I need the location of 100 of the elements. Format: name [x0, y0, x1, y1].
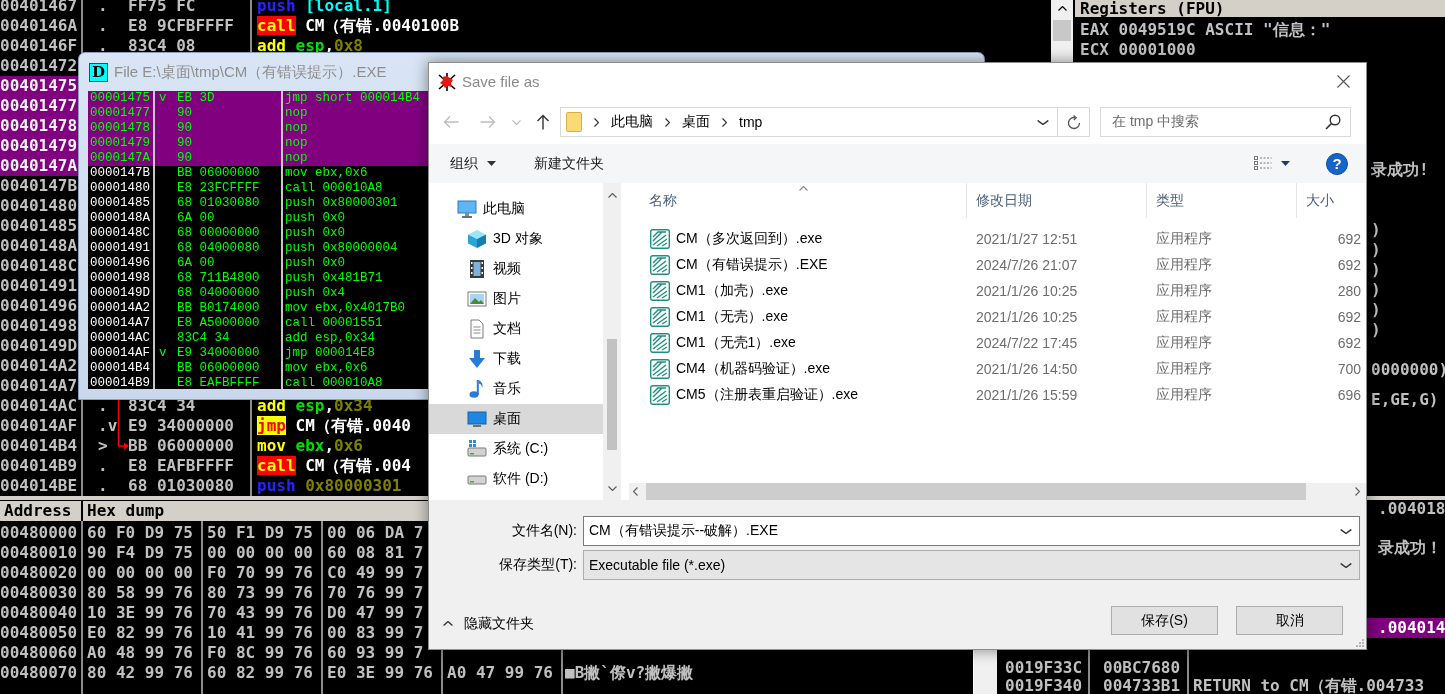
- file-name[interactable]: CM1（加壳）.exe: [676, 282, 789, 300]
- address-cell: 00480020: [0, 563, 78, 583]
- nav-item[interactable]: 桌面: [429, 404, 603, 434]
- column-header[interactable]: 大小: [1297, 183, 1366, 218]
- chevron-down-icon: [511, 119, 521, 125]
- nav-item[interactable]: 3D 对象: [429, 224, 603, 254]
- file-type: 应用程序: [1155, 360, 1212, 378]
- opcode-cell: BB 06000000: [177, 361, 260, 376]
- nav-item[interactable]: 软件 (D:): [429, 464, 603, 494]
- address-cell-text: 0040148C: [0, 256, 79, 276]
- app-badge: D: [89, 62, 108, 82]
- address-cell: 00480030: [0, 583, 78, 603]
- address-cell-text: 00001485: [89, 196, 151, 211]
- instruction-cell: nop: [283, 136, 430, 151]
- scroll-up-icon: [1057, 6, 1067, 11]
- address-cell-text: 00401467: [0, 0, 79, 16]
- nav-item[interactable]: 音乐: [429, 374, 603, 404]
- file-type: 应用程序: [1155, 334, 1212, 352]
- file-type: 应用程序: [1155, 230, 1212, 248]
- chevron-right-icon: [665, 117, 670, 127]
- organize-button[interactable]: 组织: [450, 150, 496, 177]
- save-button[interactable]: 保存(S): [1111, 606, 1218, 635]
- register-text: ): [1370, 280, 1381, 300]
- breadcrumb-link[interactable]: 桌面: [682, 113, 710, 131]
- computer-icon: [457, 199, 477, 219]
- column-header[interactable]: Address: [0, 501, 81, 521]
- refresh-icon: [1066, 114, 1081, 130]
- nav-item[interactable]: 此电脑: [429, 194, 603, 224]
- nav-item[interactable]: 图片: [429, 284, 603, 314]
- search-field[interactable]: 在 tmp 中搜索: [1100, 107, 1351, 137]
- back-arrow-icon: [443, 115, 459, 129]
- column-header[interactable]: Hex dump: [83, 501, 430, 521]
- file-name[interactable]: CM1（无壳）.exe: [676, 308, 789, 326]
- instruction-cell-text: jmp 000014E8: [284, 346, 376, 361]
- file-size: 692: [1337, 231, 1362, 247]
- file-type: 应用程序: [1155, 256, 1212, 274]
- stack-address: 0019F33C: [1004, 660, 1083, 676]
- scrollbar-thumb[interactable]: [1053, 20, 1071, 41]
- instruction-cell-text: add esp,0x34: [284, 331, 376, 346]
- hex-bytes-cell-text: 60 F0 D9 75: [86, 523, 193, 543]
- instruction-cell-text: call CM（有错.004: [256, 456, 411, 476]
- file-name[interactable]: CM（多次返回到）.exe: [676, 230, 823, 248]
- file-type: 应用程序: [1155, 282, 1212, 300]
- scrollbar[interactable]: [1051, 0, 1073, 62]
- scrollbar[interactable]: [603, 183, 621, 500]
- stack-comment: .004018: [1377, 500, 1445, 518]
- chevron-down-icon: [1340, 528, 1352, 534]
- file-name-field[interactable]: CM（有错误提示--破解）.EXE: [583, 516, 1360, 546]
- field-label: 文件名(N):: [510, 522, 577, 540]
- new-folder-button[interactable]: 新建文件夹: [534, 150, 604, 177]
- opcode-cell: 90: [177, 136, 192, 151]
- address-cell-text: 0000148A: [89, 211, 151, 226]
- scrollbar[interactable]: [973, 650, 997, 694]
- address-cell-text: 000014AC: [89, 331, 151, 346]
- stack-value: 004733B1: [1102, 678, 1181, 694]
- hex-bytes-cell-text: C0 49 99 7: [326, 563, 424, 583]
- hide-folders-button[interactable]: 隐藏文件夹: [443, 614, 534, 633]
- row-marker: .: [97, 396, 108, 416]
- address-cell-text: 004014BE: [0, 476, 79, 496]
- file-name[interactable]: CM4（机器码验证）.exe: [676, 360, 831, 378]
- nav-item[interactable]: 系统 (C:): [429, 434, 603, 464]
- scrollbar-thumb[interactable]: [607, 339, 617, 450]
- nav-item[interactable]: 下载: [429, 344, 603, 374]
- address-cell-text: 0040146A: [0, 16, 79, 36]
- address-cell-text: 00001491: [89, 241, 151, 256]
- column-header[interactable]: 修改日期: [967, 183, 1147, 218]
- instruction-cell: nop: [283, 121, 430, 136]
- address-cell-text: 000014A2: [89, 301, 151, 316]
- search-icon: [1325, 114, 1341, 130]
- address-bar[interactable]: 此电脑 桌面 tmp: [560, 107, 1058, 137]
- address-cell: 00001478: [88, 121, 153, 136]
- file-name[interactable]: CM5（注册表重启验证）.exe: [676, 386, 859, 404]
- help-button[interactable]: ?: [1326, 152, 1348, 175]
- address-cell-text: 0040148A: [0, 236, 79, 256]
- nav-item[interactable]: 视频: [429, 254, 603, 284]
- file-type-select[interactable]: Executable file (*.exe): [583, 550, 1360, 580]
- close-icon: [1336, 75, 1350, 88]
- column-header[interactable]: 名称: [629, 183, 967, 218]
- breadcrumb-link[interactable]: 此电脑: [611, 113, 653, 131]
- resize-grip-icon[interactable]: [1356, 639, 1364, 647]
- file-name[interactable]: CM（有错误提示）.EXE: [676, 256, 828, 274]
- address-cell-text: 0040147B: [0, 176, 79, 196]
- nav-item[interactable]: 文档: [429, 314, 603, 344]
- column-header[interactable]: 类型: [1147, 183, 1297, 218]
- file-date: 2024/7/26 21:07: [975, 257, 1078, 273]
- address-cell-text: 004014A7: [0, 376, 79, 396]
- address-cell-text: 00401496: [0, 296, 79, 316]
- refresh-button[interactable]: [1058, 107, 1090, 137]
- breadcrumb-link[interactable]: tmp: [739, 114, 763, 130]
- file-date: 2021/1/26 14:50: [975, 361, 1078, 377]
- file-name[interactable]: CM1（无壳1）.exe: [676, 334, 796, 352]
- stack-comment: 录成功！: [1377, 538, 1443, 558]
- address-cell-text: 00001480: [89, 181, 151, 196]
- hex-bytes-cell-text: 60 08 81 7: [326, 543, 424, 563]
- address-cell: 0000147A: [88, 151, 153, 166]
- row-marker: .: [97, 16, 108, 36]
- address-cell: 00480060: [0, 643, 78, 663]
- cancel-button[interactable]: 取消: [1236, 606, 1343, 635]
- address-cell: 00480070: [0, 663, 78, 683]
- stack-comment: RETURN to CM（有错.004733: [1192, 678, 1425, 694]
